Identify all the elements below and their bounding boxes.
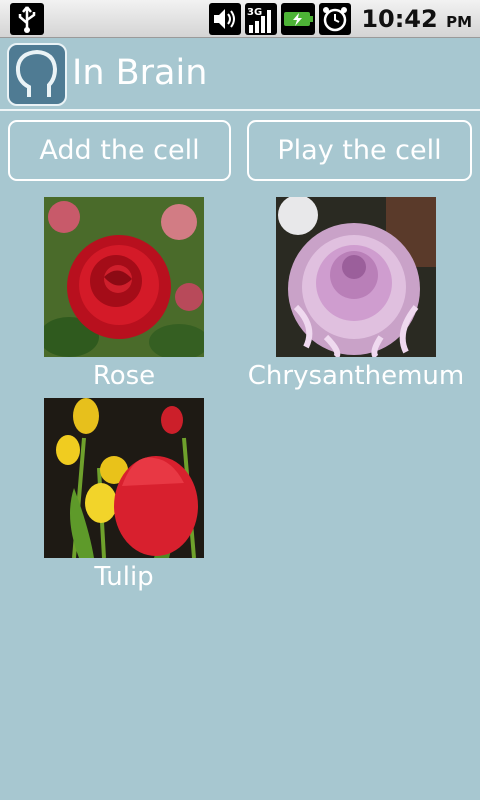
battery-charging-icon — [281, 3, 316, 35]
add-cell-button[interactable]: Add the cell — [8, 120, 231, 181]
head-profile-icon — [7, 43, 67, 106]
cell-label: Chrysanthemum — [247, 361, 465, 391]
alarm-clock-icon — [319, 3, 352, 35]
chrysanthemum-image — [276, 197, 436, 357]
tulip-image — [44, 398, 204, 558]
rose-image — [44, 197, 204, 357]
grid-cell-rose[interactable]: Rose — [4, 197, 244, 391]
cell-label: Rose — [92, 361, 156, 391]
clock: 10:42 PM — [361, 5, 472, 33]
grid-cell-tulip[interactable]: Tulip — [4, 398, 244, 592]
svg-text:3G: 3G — [247, 7, 262, 18]
volume-icon — [209, 3, 242, 35]
grid-cell-chrysanthemum[interactable]: Chrysanthemum — [236, 197, 476, 391]
cell-label: Tulip — [94, 562, 154, 592]
title-bar: In Brain — [0, 39, 480, 111]
usb-icon — [10, 3, 44, 35]
play-cell-button[interactable]: Play the cell — [247, 120, 472, 181]
status-bar: 3G 10:42 PM — [0, 0, 480, 38]
title-divider — [0, 109, 480, 111]
signal-3g-icon: 3G — [245, 3, 278, 35]
app-title: In Brain — [72, 53, 208, 93]
